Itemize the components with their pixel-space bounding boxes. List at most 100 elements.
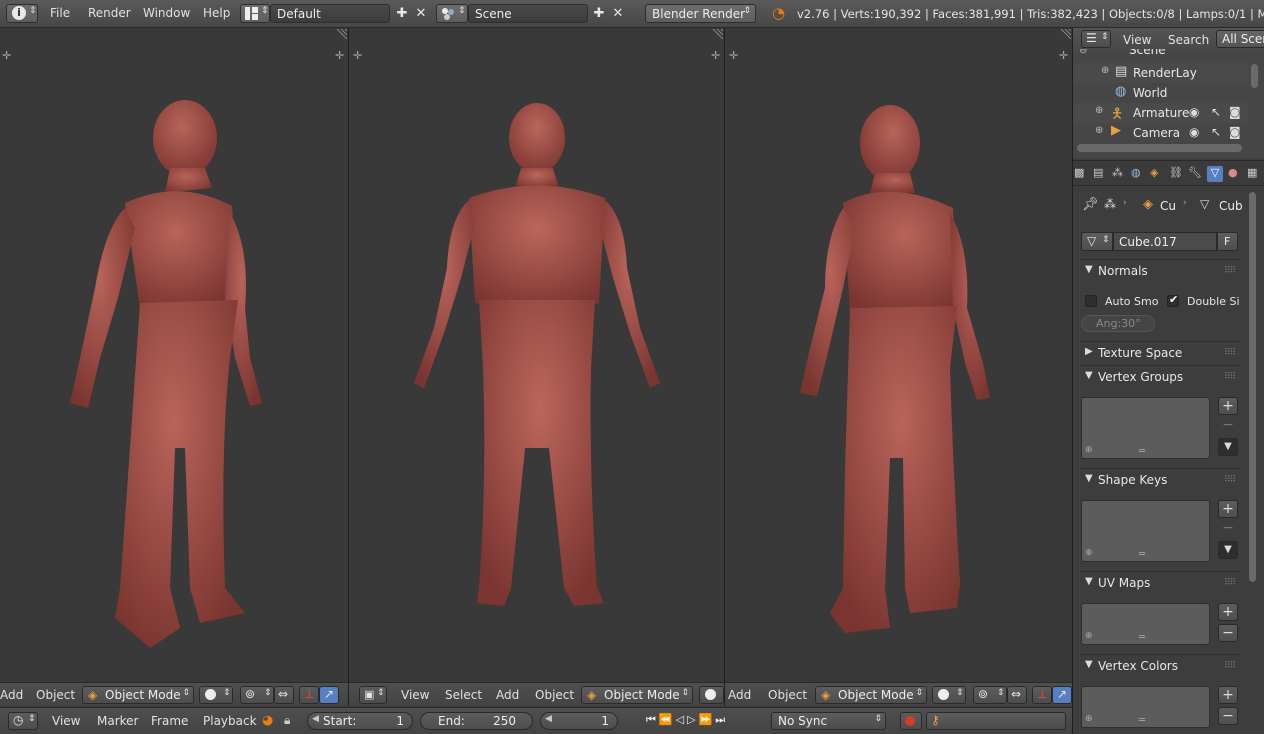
area-split-icon[interactable]: ✛ xyxy=(353,50,362,61)
drag-handle-icon[interactable]: ⠿⠿ xyxy=(1224,348,1236,358)
display-mode-select[interactable]: All Scen xyxy=(1216,30,1264,48)
mode-select[interactable]: ◈ Object Mode ⇕ xyxy=(815,686,927,704)
constraints-tab-icon[interactable]: ⛓ xyxy=(1169,166,1185,182)
delete-scene-icon[interactable]: ✕ xyxy=(610,5,626,21)
menu-frame[interactable]: Frame xyxy=(151,714,188,728)
scene-browse[interactable]: ⇕ xyxy=(436,4,468,23)
menu-help[interactable]: Help xyxy=(203,6,230,20)
expand-icon[interactable]: ⊕ xyxy=(1101,65,1109,76)
keying-set-field[interactable]: ⚷ xyxy=(926,712,1066,730)
vertex-groups-list[interactable]: ⊕ ═ xyxy=(1081,397,1210,459)
normals-panel-title[interactable]: Normals xyxy=(1098,264,1148,278)
menu-search[interactable]: Search xyxy=(1168,33,1209,47)
menu-object[interactable]: Object xyxy=(768,688,807,702)
shape-keys-list[interactable]: ⊕ ═ xyxy=(1081,500,1210,562)
drag-handle-icon[interactable]: ⠿⠿ xyxy=(1224,266,1236,276)
material-tab-icon[interactable]: ● xyxy=(1228,166,1244,182)
data-tab-icon[interactable]: ▽ xyxy=(1207,166,1223,182)
add-shape-key-button[interactable]: + xyxy=(1218,500,1238,518)
area-corner-hatch-icon[interactable] xyxy=(711,29,723,41)
cursor-icon[interactable]: ↖ xyxy=(1211,105,1221,119)
menu-view[interactable]: View xyxy=(401,688,429,702)
viewport-divider[interactable] xyxy=(348,28,349,706)
shading-select[interactable]: ⇕ xyxy=(199,686,233,704)
delete-layout-icon[interactable]: ✕ xyxy=(413,5,429,21)
resize-grip-icon[interactable]: ═ xyxy=(1139,632,1145,643)
resize-grip-icon[interactable]: ═ xyxy=(1139,715,1145,726)
camera-render-icon[interactable]: ◙ xyxy=(1229,125,1241,139)
pivot-select[interactable]: ⊚ ⇕ xyxy=(973,686,1007,704)
editor-type-selector[interactable]: ▣ ⇕ xyxy=(359,686,387,704)
remove-uv-map-button[interactable]: − xyxy=(1218,624,1238,642)
mode-select[interactable]: ◈ Object Mode ⇕ xyxy=(581,686,693,704)
start-frame-field[interactable]: ◀ Start: 1 xyxy=(307,712,413,730)
manipulator-toggle[interactable]: ⇔ xyxy=(1007,686,1027,704)
eye-icon[interactable]: ◉ xyxy=(1189,105,1199,119)
cursor-icon[interactable]: ↖ xyxy=(1211,125,1221,139)
texture-space-panel-title[interactable]: Texture Space xyxy=(1098,346,1182,360)
expand-icon[interactable]: ⊕ xyxy=(1095,125,1103,136)
area-split-icon[interactable]: ✛ xyxy=(2,50,11,61)
vertex-colors-panel-title[interactable]: Vertex Colors xyxy=(1098,659,1178,673)
menu-render[interactable]: Render xyxy=(88,6,131,20)
panel-collapsed-icon[interactable]: ▶ xyxy=(1085,346,1093,357)
viewport-right[interactable] xyxy=(725,28,1072,682)
camera-render-icon[interactable]: ◙ xyxy=(1229,105,1241,119)
collapse-icon[interactable]: ⊖ xyxy=(1079,49,1087,56)
add-scene-icon[interactable]: ✚ xyxy=(591,5,607,21)
editor-type-selector[interactable]: ◷ ⇕ xyxy=(8,712,38,730)
add-vertex-group-button[interactable]: + xyxy=(1218,397,1238,415)
fake-user-button[interactable]: F xyxy=(1217,232,1238,251)
menu-object[interactable]: Object xyxy=(535,688,574,702)
scene-field[interactable]: Scene xyxy=(468,4,588,23)
preview-range-icon[interactable]: ◕ xyxy=(262,713,273,728)
vertex-group-specials-button[interactable]: ▼ xyxy=(1218,438,1238,456)
jump-start-icon[interactable]: ⏮ xyxy=(646,713,656,727)
eye-icon[interactable]: ◉ xyxy=(1189,125,1199,139)
resize-grip-icon[interactable]: ═ xyxy=(1139,446,1145,457)
axis-button[interactable]: ⊥ xyxy=(1032,686,1052,704)
uv-maps-panel-title[interactable]: UV Maps xyxy=(1098,576,1150,590)
panel-expanded-icon[interactable]: ▼ xyxy=(1085,370,1093,381)
properties-scrollbar[interactable] xyxy=(1249,192,1256,582)
play-icon[interactable]: ▷ xyxy=(687,713,695,727)
outliner-row-world[interactable]: ◍ World xyxy=(1073,83,1248,103)
area-corner-hatch-icon[interactable] xyxy=(335,29,347,41)
outliner-row-camera[interactable]: ⊕ ▶ Camera ◉ ↖ ◙ xyxy=(1073,123,1248,143)
vertex-groups-panel-title[interactable]: Vertex Groups xyxy=(1098,370,1183,384)
scene-tab-icon[interactable]: ⁂ xyxy=(1112,166,1128,182)
jump-end-icon[interactable]: ⏭ xyxy=(715,713,725,727)
play-reverse-icon[interactable]: ◁ xyxy=(676,713,684,727)
drag-handle-icon[interactable]: ⠿⠿ xyxy=(1224,372,1236,382)
record-button[interactable] xyxy=(900,712,922,730)
area-corner-hatch-icon[interactable] xyxy=(1059,29,1071,41)
menu-playback[interactable]: Playback xyxy=(203,714,257,728)
translate-button[interactable]: ⊥ xyxy=(299,686,319,704)
drag-handle-icon[interactable]: ⠿⠿ xyxy=(1224,578,1236,588)
editor-type-selector[interactable]: ☰ ⇕ xyxy=(1081,30,1111,48)
outliner-row-armature[interactable]: ⊕ 🯅︎ Armature ◉ ↖ ◙ xyxy=(1073,103,1248,123)
area-split-icon[interactable]: ✛ xyxy=(711,50,720,61)
mesh-browse[interactable]: ▽ ⇕ xyxy=(1081,232,1113,251)
remove-vertex-color-button[interactable]: − xyxy=(1218,707,1238,725)
shape-key-specials-button[interactable]: ▼ xyxy=(1218,541,1238,559)
renderlayer-tab-icon[interactable]: ▤ xyxy=(1093,166,1109,182)
uv-maps-list[interactable]: ⊕ ═ xyxy=(1081,603,1210,645)
menu-add[interactable]: Add xyxy=(0,688,23,702)
current-frame-field[interactable]: ◀ 1 xyxy=(540,712,618,730)
render-tab-icon[interactable]: ▩ xyxy=(1074,166,1090,182)
panel-expanded-icon[interactable]: ▼ xyxy=(1085,659,1093,670)
render-engine-select[interactable]: Blender Render ⇕ xyxy=(645,4,756,23)
panel-expanded-icon[interactable]: ▼ xyxy=(1085,576,1093,587)
object-tab-icon[interactable]: ◈ xyxy=(1150,166,1166,182)
menu-object[interactable]: Object xyxy=(36,688,75,702)
add-vertex-color-button[interactable]: + xyxy=(1218,686,1238,704)
outliner-row-renderlayers[interactable]: ⊕ ▤ RenderLay xyxy=(1073,63,1248,83)
shading-select[interactable] xyxy=(699,686,724,704)
texture-tab-icon[interactable]: ▦ xyxy=(1247,166,1263,182)
pivot-select[interactable]: ⊚ ⇕ xyxy=(240,686,274,704)
translate-active-button[interactable]: ↗ xyxy=(1052,686,1072,704)
sync-select[interactable]: No Sync ⇕ xyxy=(771,712,886,730)
translate-active-button[interactable]: ↗ xyxy=(319,686,339,704)
outliner-row-scene[interactable]: ⊖ Scene xyxy=(1073,49,1248,59)
